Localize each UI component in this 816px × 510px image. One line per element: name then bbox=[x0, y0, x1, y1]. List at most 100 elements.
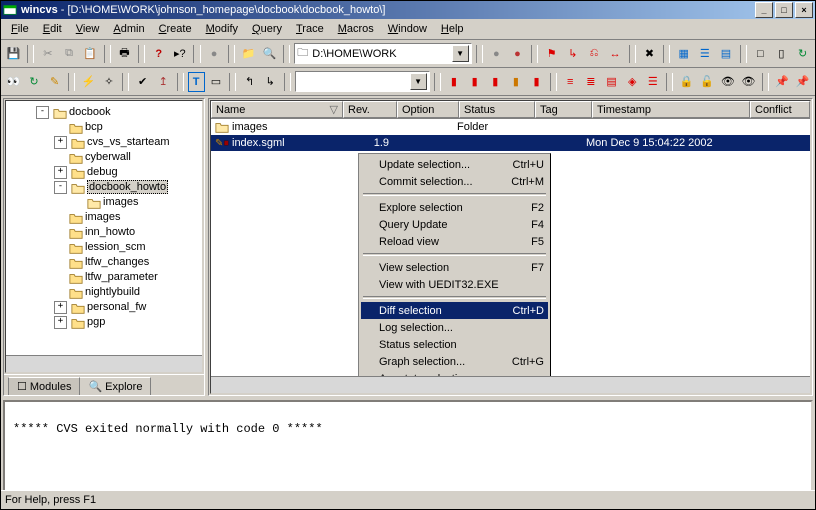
col-conflict[interactable]: Conflict bbox=[750, 101, 810, 118]
ctx-log-selection[interactable]: Log selection... bbox=[361, 319, 548, 336]
maximize-button[interactable]: □ bbox=[775, 2, 793, 18]
module-grid-icon[interactable]: ▤ bbox=[716, 43, 735, 65]
refresh-red-icon[interactable]: ● bbox=[508, 43, 527, 65]
col-tag[interactable]: Tag bbox=[535, 101, 592, 118]
tree-node[interactable]: +cvs_vs_starteam bbox=[36, 135, 200, 150]
ctx-update-selection[interactable]: Update selection...Ctrl+U bbox=[361, 156, 548, 173]
tree-node[interactable]: +pgp bbox=[36, 315, 200, 330]
address-combo[interactable]: 🗀 D:\HOME\WORK ▼ bbox=[294, 43, 471, 64]
module-blue-icon[interactable]: ▦ bbox=[674, 43, 693, 65]
diff-icon[interactable]: ≡ bbox=[561, 71, 580, 93]
minimize-button[interactable]: _ bbox=[755, 2, 773, 18]
col-name[interactable]: Name ▽ bbox=[211, 101, 343, 118]
tab-modules[interactable]: ☐Modules bbox=[8, 377, 80, 395]
tree[interactable]: -docbookbcp+cvs_vs_starteamcyberwall+deb… bbox=[6, 101, 202, 334]
red-doc4-icon[interactable]: ▮ bbox=[527, 71, 546, 93]
stop-icon[interactable]: ● bbox=[487, 43, 506, 65]
arrow-up-icon[interactable]: ↰ bbox=[240, 71, 259, 93]
menu-help[interactable]: Help bbox=[435, 22, 470, 36]
console-output[interactable]: ***** CVS exited normally with code 0 **… bbox=[3, 400, 813, 504]
status-icon[interactable]: ▤ bbox=[602, 71, 621, 93]
menu-admin[interactable]: Admin bbox=[107, 22, 150, 36]
menu-macros[interactable]: Macros bbox=[332, 22, 380, 36]
context-help-icon[interactable]: ▸? bbox=[170, 43, 189, 65]
file-row[interactable]: imagesFolder bbox=[211, 119, 810, 135]
ctx-graph-selection[interactable]: Graph selection...Ctrl+G bbox=[361, 353, 548, 370]
filter-combo[interactable]: ▼ bbox=[295, 71, 430, 92]
window-1-icon[interactable]: □ bbox=[751, 43, 770, 65]
lightning-icon[interactable]: ⚡ bbox=[79, 71, 98, 93]
cut-icon[interactable]: ✂ bbox=[38, 43, 57, 65]
unwatch-icon[interactable]: 👁 bbox=[739, 71, 758, 93]
graph-icon[interactable]: ◈ bbox=[623, 71, 642, 93]
col-status[interactable]: Status bbox=[459, 101, 535, 118]
paste-icon[interactable]: 📋 bbox=[81, 43, 100, 65]
copy-icon[interactable]: ⧉ bbox=[59, 43, 78, 65]
menu-edit[interactable]: Edit bbox=[37, 22, 68, 36]
file-row[interactable]: ✎index.sgml1.9Mon Dec 9 15:04:22 2002 bbox=[211, 135, 810, 151]
branch-icon[interactable]: ↳ bbox=[563, 43, 582, 65]
col-rev[interactable]: Rev. bbox=[343, 101, 397, 118]
orange-doc-icon[interactable]: ▮ bbox=[507, 71, 526, 93]
page-icon[interactable]: ▭ bbox=[207, 71, 226, 93]
hammer-icon[interactable]: ✔ bbox=[133, 71, 152, 93]
ctx-commit-selection[interactable]: Commit selection...Ctrl+M bbox=[361, 173, 548, 190]
tree-node[interactable]: lession_scm bbox=[36, 240, 200, 255]
save-icon[interactable]: 💾 bbox=[4, 43, 23, 65]
ctx-query-update[interactable]: Query UpdateF4 bbox=[361, 216, 548, 233]
menu-trace[interactable]: Trace bbox=[290, 22, 330, 36]
ctx-view-selection[interactable]: View selectionF7 bbox=[361, 259, 548, 276]
unlock-icon[interactable]: 🔓 bbox=[698, 71, 717, 93]
thumbtack-icon[interactable]: 📌 bbox=[773, 71, 792, 93]
tag-icon[interactable]: ⎌ bbox=[584, 43, 603, 65]
tree-node[interactable]: ltfw_changes bbox=[36, 255, 200, 270]
delete-icon[interactable]: ✖ bbox=[640, 43, 659, 65]
tree-node[interactable]: +debug bbox=[36, 165, 200, 180]
red-doc1-icon[interactable]: ▮ bbox=[445, 71, 464, 93]
ctx-view-with-uedit-exe[interactable]: View with UEDIT32.EXE bbox=[361, 276, 548, 293]
menu-create[interactable]: Create bbox=[153, 22, 198, 36]
commit-icon[interactable]: ↥ bbox=[154, 71, 173, 93]
tree-node[interactable]: -docbook_howto bbox=[36, 180, 200, 195]
tree-node[interactable]: bcp bbox=[36, 120, 200, 135]
tree-node[interactable]: -docbook bbox=[36, 105, 200, 120]
menu-window[interactable]: Window bbox=[382, 22, 433, 36]
module-list-icon[interactable]: ☰ bbox=[695, 43, 714, 65]
ctx-status-selection[interactable]: Status selection bbox=[361, 336, 548, 353]
tree-node[interactable]: ltfw_parameter bbox=[36, 270, 200, 285]
help-icon[interactable]: ? bbox=[149, 43, 168, 65]
red-doc2-icon[interactable]: ▮ bbox=[465, 71, 484, 93]
link-icon[interactable]: ↔ bbox=[606, 43, 625, 65]
chevron-down-icon[interactable]: ▼ bbox=[410, 73, 427, 90]
refresh-icon[interactable]: ↻ bbox=[25, 71, 44, 93]
scrollbar-h[interactable] bbox=[211, 376, 810, 393]
log-icon[interactable]: ≣ bbox=[582, 71, 601, 93]
pencil-icon[interactable]: ✎ bbox=[45, 71, 64, 93]
wand-icon[interactable]: ✧ bbox=[100, 71, 119, 93]
close-button[interactable]: × bbox=[795, 2, 813, 18]
thumbtack2-icon[interactable]: 📌 bbox=[793, 71, 812, 93]
print-icon[interactable]: 🖶 bbox=[115, 43, 134, 65]
lock-icon[interactable]: 🔒 bbox=[677, 71, 696, 93]
refresh-green-icon[interactable]: ↻ bbox=[793, 43, 812, 65]
col-timestamp[interactable]: Timestamp bbox=[592, 101, 750, 118]
scrollbar-h[interactable] bbox=[6, 355, 202, 372]
annotate-icon[interactable]: ☰ bbox=[644, 71, 663, 93]
tree-node[interactable]: inn_howto bbox=[36, 225, 200, 240]
col-option[interactable]: Option bbox=[397, 101, 459, 118]
watch-icon[interactable]: 👁 bbox=[718, 71, 737, 93]
ctx-diff-selection[interactable]: Diff selectionCtrl+D bbox=[361, 302, 548, 319]
tree-node[interactable]: +personal_fw bbox=[36, 300, 200, 315]
ctx-explore-selection[interactable]: Explore selectionF2 bbox=[361, 199, 548, 216]
tree-node[interactable]: cyberwall bbox=[36, 150, 200, 165]
tree-node[interactable]: images bbox=[36, 195, 200, 210]
tree-node[interactable]: nightlybuild bbox=[36, 285, 200, 300]
tree-node[interactable]: images bbox=[36, 210, 200, 225]
folder-up-icon[interactable]: 📁 bbox=[239, 43, 258, 65]
menu-modify[interactable]: Modify bbox=[200, 22, 244, 36]
tab-explore[interactable]: 🔍Explore bbox=[79, 377, 151, 395]
text-icon[interactable]: T bbox=[188, 72, 205, 92]
window-2-icon[interactable]: ▯ bbox=[772, 43, 791, 65]
record-icon[interactable]: ● bbox=[205, 43, 224, 65]
explore-icon[interactable]: 🔍 bbox=[260, 43, 279, 65]
